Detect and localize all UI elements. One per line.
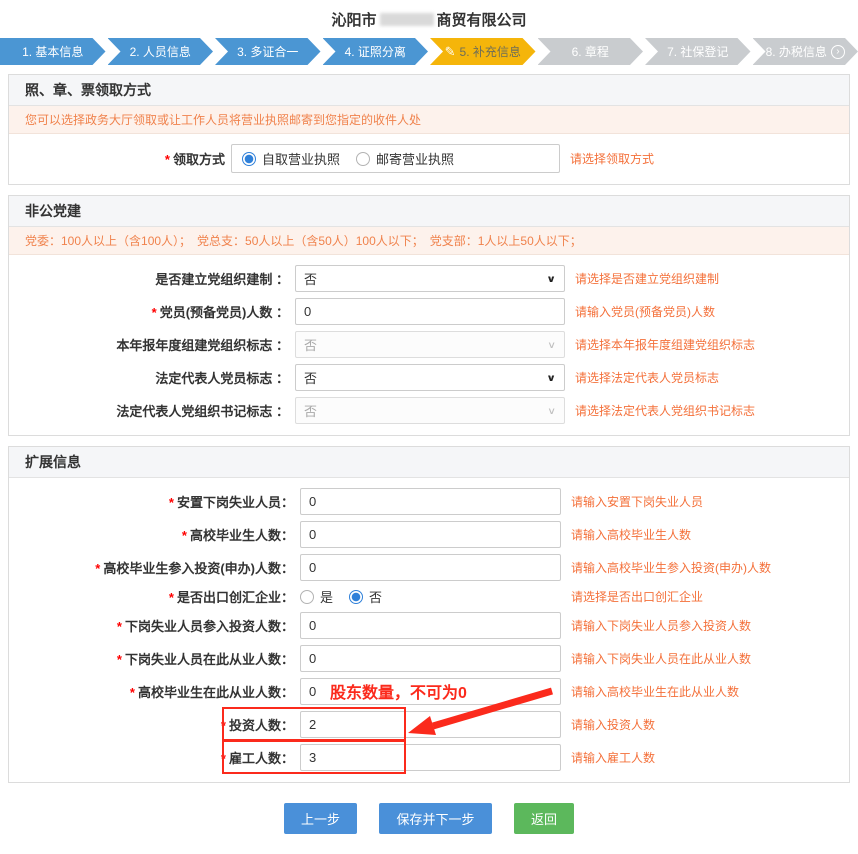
investor-count-input[interactable] [300, 711, 561, 738]
section-extended-info: 扩展信息 *安置下岗失业人员： 请输入安置下岗失业人员 *高校毕业生人数： 请输… [8, 446, 850, 783]
step-tax-info[interactable]: 8. 办税信息 › [753, 38, 858, 65]
chevron-down-icon: ∨ [547, 339, 556, 350]
save-and-next-button[interactable]: 保存并下一步 [379, 803, 491, 834]
section-license-pickup-header: 照、章、票领取方式 [9, 75, 849, 106]
required-mark: * [165, 152, 170, 167]
employee-count-row: *雇工人数： 请输入雇工人数 [9, 741, 849, 774]
step-multi-cert[interactable]: 3. 多证合一 [215, 38, 321, 65]
pickup-method-row: *领取方式 自取营业执照 邮寄营业执照 请选择领取方式 [9, 141, 849, 176]
step-license-separation[interactable]: 4. 证照分离 [323, 38, 429, 65]
graduate-count-row: *高校毕业生人数： 请输入高校毕业生人数 [9, 518, 849, 551]
graduate-employee-count-row: *高校毕业生在此从业人数： 请输入高校毕业生在此从业人数 股东数量，不可为0 [9, 675, 849, 708]
laid-off-placed-row: *安置下岗失业人员： 请输入安置下岗失业人员 [9, 485, 849, 518]
party-org-established-select[interactable]: 否 ∨ [295, 265, 565, 292]
form-content: 照、章、票领取方式 您可以选择政务大厅领取或让工作人员将营业执照邮寄到您指定的收… [0, 74, 858, 854]
required-mark: * [95, 561, 100, 576]
section-party-building-note: 党委：100人以上（含100人）； 党总支：50人以上（含50人）100人以下；… [9, 227, 849, 255]
company-name-redacted [380, 13, 434, 26]
section-license-pickup: 照、章、票领取方式 您可以选择政务大厅领取或让工作人员将营业执照邮寄到您指定的收… [8, 74, 850, 185]
party-member-count-row: *党员(预备党员)人数 ： 请输入党员(预备党员)人数 [9, 295, 849, 328]
required-mark: * [117, 652, 122, 667]
radio-export-yes-label[interactable]: 是 [320, 587, 333, 606]
graduate-investor-count-row: *高校毕业生参入投资(申办)人数： 请输入高校毕业生参入投资(申办)人数 [9, 551, 849, 584]
graduate-count-input[interactable] [300, 521, 561, 548]
employee-count-input[interactable] [300, 744, 561, 771]
legal-rep-party-flag-select[interactable]: 否 ∨ [295, 364, 565, 391]
company-name-prefix: 沁阳市 [331, 12, 376, 29]
annual-org-flag-row: 本年报年度组建党组织标志 ： 否 ∨ 请选择本年报年度组建党组织标志 [9, 328, 849, 361]
chevron-down-icon: ∨ [546, 273, 556, 284]
footer-actions: 上一步 保存并下一步 返回 [8, 793, 850, 854]
step-supplementary-info[interactable]: ✎ 5. 补充信息 [430, 38, 536, 65]
annual-org-flag-select: 否 ∨ [295, 331, 565, 358]
pickup-method-label: *领取方式 [9, 149, 231, 168]
radio-self-pickup[interactable] [242, 152, 256, 166]
graduate-investor-count-input[interactable] [300, 554, 561, 581]
shareholder-annotation: 股东数量，不可为0 [330, 679, 467, 703]
export-enterprise-group: 是 否 [300, 587, 561, 606]
required-mark: * [169, 495, 174, 510]
chevron-down-icon: ∨ [547, 405, 556, 416]
laid-off-investor-count-input[interactable] [300, 612, 561, 639]
radio-mail-license-label[interactable]: 邮寄营业执照 [376, 149, 454, 168]
step-nav: 1. 基本信息 2. 人员信息 3. 多证合一 4. 证照分离 ✎ 5. 补充信… [0, 38, 858, 65]
step-personnel-info[interactable]: 2. 人员信息 [108, 38, 214, 65]
radio-mail-license[interactable] [356, 152, 370, 166]
pickup-method-hint: 请选择领取方式 [570, 150, 654, 167]
legal-rep-secretary-flag-row: 法定代表人党组织书记标志 ： 否 ∨ 请选择法定代表人党组织书记标志 [9, 394, 849, 427]
arrow-circle-icon: › [831, 45, 845, 59]
company-name-suffix: 商贸有限公司 [437, 12, 527, 29]
investor-count-row: *投资人数： 请输入投资人数 [9, 708, 849, 741]
pencil-icon: ✎ [445, 44, 456, 60]
laid-off-investor-count-row: *下岗失业人员参入投资人数： 请输入下岗失业人员参入投资人数 [9, 609, 849, 642]
section-license-pickup-note: 您可以选择政务大厅领取或让工作人员将营业执照邮寄到您指定的收件人处 [9, 106, 849, 134]
page-title: 沁阳市 商贸有限公司 [0, 0, 858, 35]
laid-off-placed-input[interactable] [300, 488, 561, 515]
laid-off-employee-count-row: *下岗失业人员在此从业人数： 请输入下岗失业人员在此从业人数 [9, 642, 849, 675]
required-mark: * [152, 305, 157, 320]
required-mark: * [130, 685, 135, 700]
required-mark: * [117, 619, 122, 634]
return-button[interactable]: 返回 [514, 803, 574, 834]
required-mark: * [182, 528, 187, 543]
required-mark: * [169, 590, 174, 605]
registration-wizard-page: 沁阳市 商贸有限公司 1. 基本信息 2. 人员信息 3. 多证合一 4. 证照分… [0, 0, 858, 854]
section-party-building: 非公党建 党委：100人以上（含100人）； 党总支：50人以上（含50人）10… [8, 195, 850, 436]
radio-export-no[interactable] [349, 590, 363, 604]
previous-step-button[interactable]: 上一步 [284, 803, 357, 834]
legal-rep-secretary-flag-select: 否 ∨ [295, 397, 565, 424]
required-mark: * [221, 751, 226, 766]
required-mark: * [221, 718, 226, 733]
section-extended-info-header: 扩展信息 [9, 447, 849, 478]
step-social-security[interactable]: 7. 社保登记 [645, 38, 751, 65]
radio-self-pickup-label[interactable]: 自取营业执照 [262, 149, 340, 168]
chevron-down-icon: ∨ [546, 372, 556, 383]
pickup-method-group: 自取营业执照 邮寄营业执照 [231, 144, 560, 173]
export-enterprise-row: *是否出口创汇企业： 是 否 请选择是否出口创汇企业 [9, 584, 849, 609]
section-party-building-header: 非公党建 [9, 196, 849, 227]
radio-export-yes[interactable] [300, 590, 314, 604]
party-member-count-input[interactable] [295, 298, 565, 325]
legal-rep-party-flag-row: 法定代表人党员标志 ： 否 ∨ 请选择法定代表人党员标志 [9, 361, 849, 394]
step-basic-info[interactable]: 1. 基本信息 [0, 38, 106, 65]
laid-off-employee-count-input[interactable] [300, 645, 561, 672]
party-org-established-row: 是否建立党组织建制 ： 否 ∨ 请选择是否建立党组织建制 [9, 262, 849, 295]
radio-export-no-label[interactable]: 否 [369, 587, 382, 606]
step-charter[interactable]: 6. 章程 [538, 38, 644, 65]
